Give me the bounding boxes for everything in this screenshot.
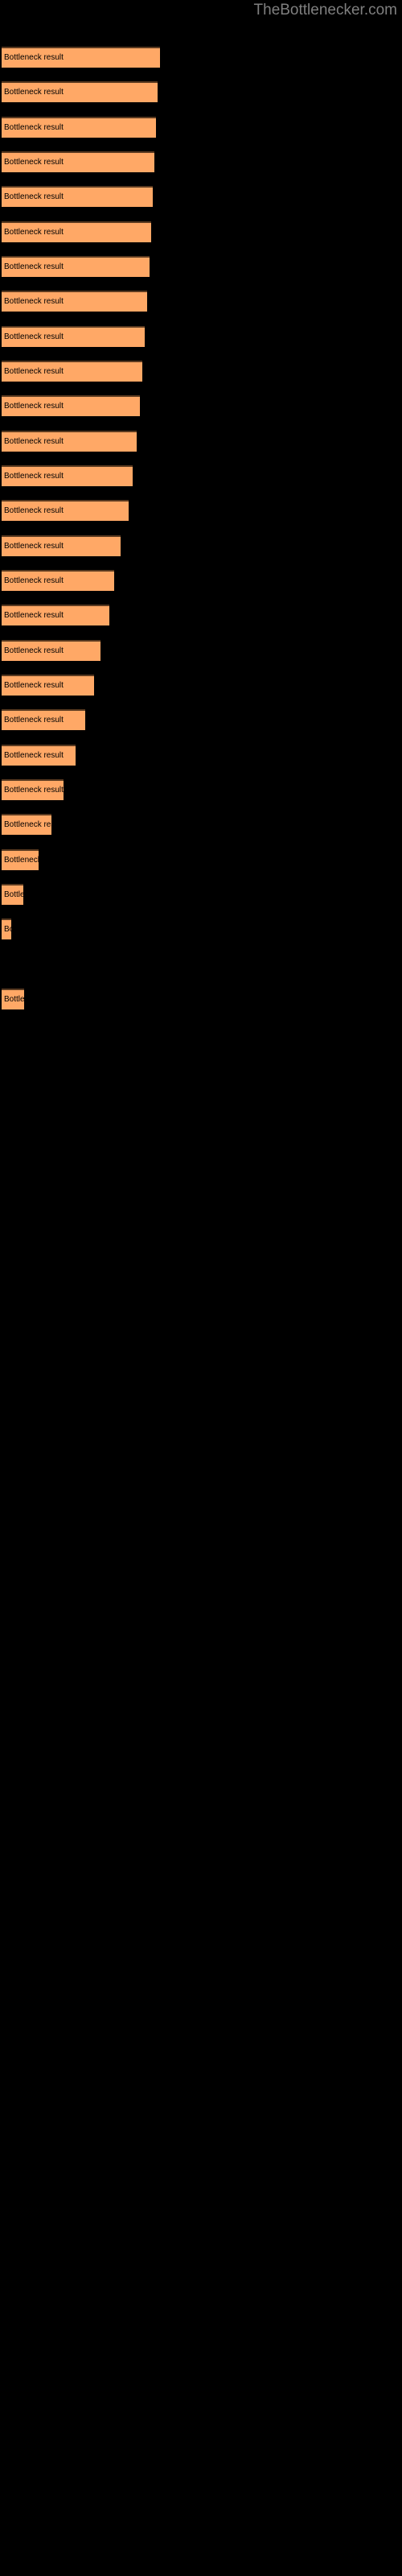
- bar-label: Bottleneck result: [4, 123, 64, 132]
- bar-label: Bottleneck result: [4, 716, 64, 724]
- bar-row: Bottleneck result: [0, 256, 402, 277]
- bar-label: Bottleneck result: [4, 646, 64, 655]
- bar-row: Bottleneck result: [0, 186, 402, 207]
- bar-label: Bottleneck result: [4, 542, 64, 551]
- bar-label: Bottleneck result: [4, 576, 64, 585]
- bar[interactable]: Bottleneck result: [2, 81, 158, 102]
- bar-row: Bottleneck result: [0, 81, 402, 102]
- bar-label: Bottleneck result: [4, 995, 24, 1004]
- bar[interactable]: Bottleneck result: [2, 186, 153, 207]
- bar-row: Bottleneck result: [0, 291, 402, 312]
- bar[interactable]: Bottleneck result: [2, 361, 142, 382]
- bar-label: Bottleneck result: [4, 506, 64, 515]
- bar-row: Bottleneck result: [0, 465, 402, 486]
- bar-label: Bottleneck result: [4, 228, 64, 237]
- bar[interactable]: Bottleneck result: [2, 117, 156, 138]
- bar-label: Bottleneck result: [4, 53, 64, 62]
- bar-label: Bottleneck result: [4, 192, 64, 201]
- bar-label: Bottleneck result: [4, 262, 64, 271]
- bar-row: Bottleneck result: [0, 745, 402, 766]
- bar[interactable]: Bottleneck result: [2, 814, 51, 835]
- bar[interactable]: Bottleneck result: [2, 256, 150, 277]
- bar[interactable]: Bottleneck result: [2, 605, 109, 625]
- bar-list: Bottleneck result Bottleneck result Bottle…: [0, 0, 402, 2576]
- bar-row: Bottleneck result: [0, 675, 402, 696]
- bar-row: Bottleneck result: [0, 779, 402, 800]
- bottleneck-bar-chart: TheBottlenecker.com Bottleneck result Bot…: [0, 0, 402, 2576]
- bar-label: Bottleneck result: [4, 437, 64, 446]
- bar-row: Bottleneck result: [0, 395, 402, 416]
- bar-row: Bottleneck result: [0, 361, 402, 382]
- bar-row: Bottleneck result: [0, 221, 402, 242]
- bar-label: Bottleneck result: [4, 820, 51, 829]
- bar-label: Bottleneck result: [4, 856, 39, 865]
- bar-row: Bottleneck result: [0, 47, 402, 68]
- bar-label: Bottleneck result: [4, 158, 64, 167]
- bar[interactable]: Bottleneck result: [2, 395, 140, 416]
- bar-label: Bottleneck result: [4, 297, 64, 306]
- bar-row: Bottleneck result: [0, 814, 402, 835]
- bar-label: Bottleneck result: [4, 402, 64, 411]
- bar-row: Bottleneck result: [0, 640, 402, 661]
- bar-label: Bottleneck result: [4, 786, 64, 795]
- bar[interactable]: Bottleneck result: [2, 884, 23, 905]
- bar-row: Bottleneck result: [0, 151, 402, 172]
- bar-label: Bottleneck result: [4, 925, 11, 934]
- bar-row: Bottleneck result: [0, 884, 402, 905]
- bar-label: Bottleneck result: [4, 890, 23, 899]
- bar-label: Bottleneck result: [4, 472, 64, 481]
- bar-label: Bottleneck result: [4, 332, 64, 341]
- bar[interactable]: Bottleneck result: [2, 500, 129, 521]
- bar[interactable]: Bottleneck result: [2, 326, 145, 347]
- bar[interactable]: Bottleneck result: [2, 535, 121, 556]
- bar-label: Bottleneck result: [4, 611, 64, 620]
- bar-row: Bottleneck result: [0, 326, 402, 347]
- bar-row: Bottleneck result: [0, 535, 402, 556]
- bar[interactable]: Bottleneck result: [2, 47, 160, 68]
- bar[interactable]: Bottleneck result: [2, 465, 133, 486]
- bar-row: Bottleneck result: [0, 431, 402, 452]
- bar-row: Bottleneck result: [0, 117, 402, 138]
- bar[interactable]: Bottleneck result: [2, 570, 114, 591]
- bar[interactable]: Bottleneck result: [2, 919, 11, 939]
- bar[interactable]: Bottleneck result: [2, 431, 137, 452]
- bar-row: Bottleneck result: [0, 570, 402, 591]
- bar[interactable]: Bottleneck result: [2, 849, 39, 870]
- bar[interactable]: Bottleneck result: [2, 709, 85, 730]
- bar-label: Bottleneck result: [4, 367, 64, 376]
- bar[interactable]: Bottleneck result: [2, 745, 76, 766]
- bar-row: Bottleneck result: [0, 989, 402, 1009]
- bar[interactable]: Bottleneck result: [2, 640, 100, 661]
- bar-row: Bottleneck result: [0, 709, 402, 730]
- bar[interactable]: Bottleneck result: [2, 221, 151, 242]
- bar-row: Bottleneck result: [0, 500, 402, 521]
- bar-label: Bottleneck result: [4, 88, 64, 97]
- bar-row: Bottleneck result: [0, 919, 402, 939]
- bar[interactable]: Bottleneck result: [2, 151, 154, 172]
- bar[interactable]: Bottleneck result: [2, 989, 24, 1009]
- bar[interactable]: Bottleneck result: [2, 675, 94, 696]
- bar-row: Bottleneck result: [0, 849, 402, 870]
- bar[interactable]: Bottleneck result: [2, 291, 147, 312]
- bar-label: Bottleneck result: [4, 751, 64, 760]
- bar-row: Bottleneck result: [0, 605, 402, 625]
- bar-row: Bottleneck result: [0, 954, 402, 975]
- bar[interactable]: Bottleneck result: [2, 779, 64, 800]
- bar-label: Bottleneck result: [4, 681, 64, 690]
